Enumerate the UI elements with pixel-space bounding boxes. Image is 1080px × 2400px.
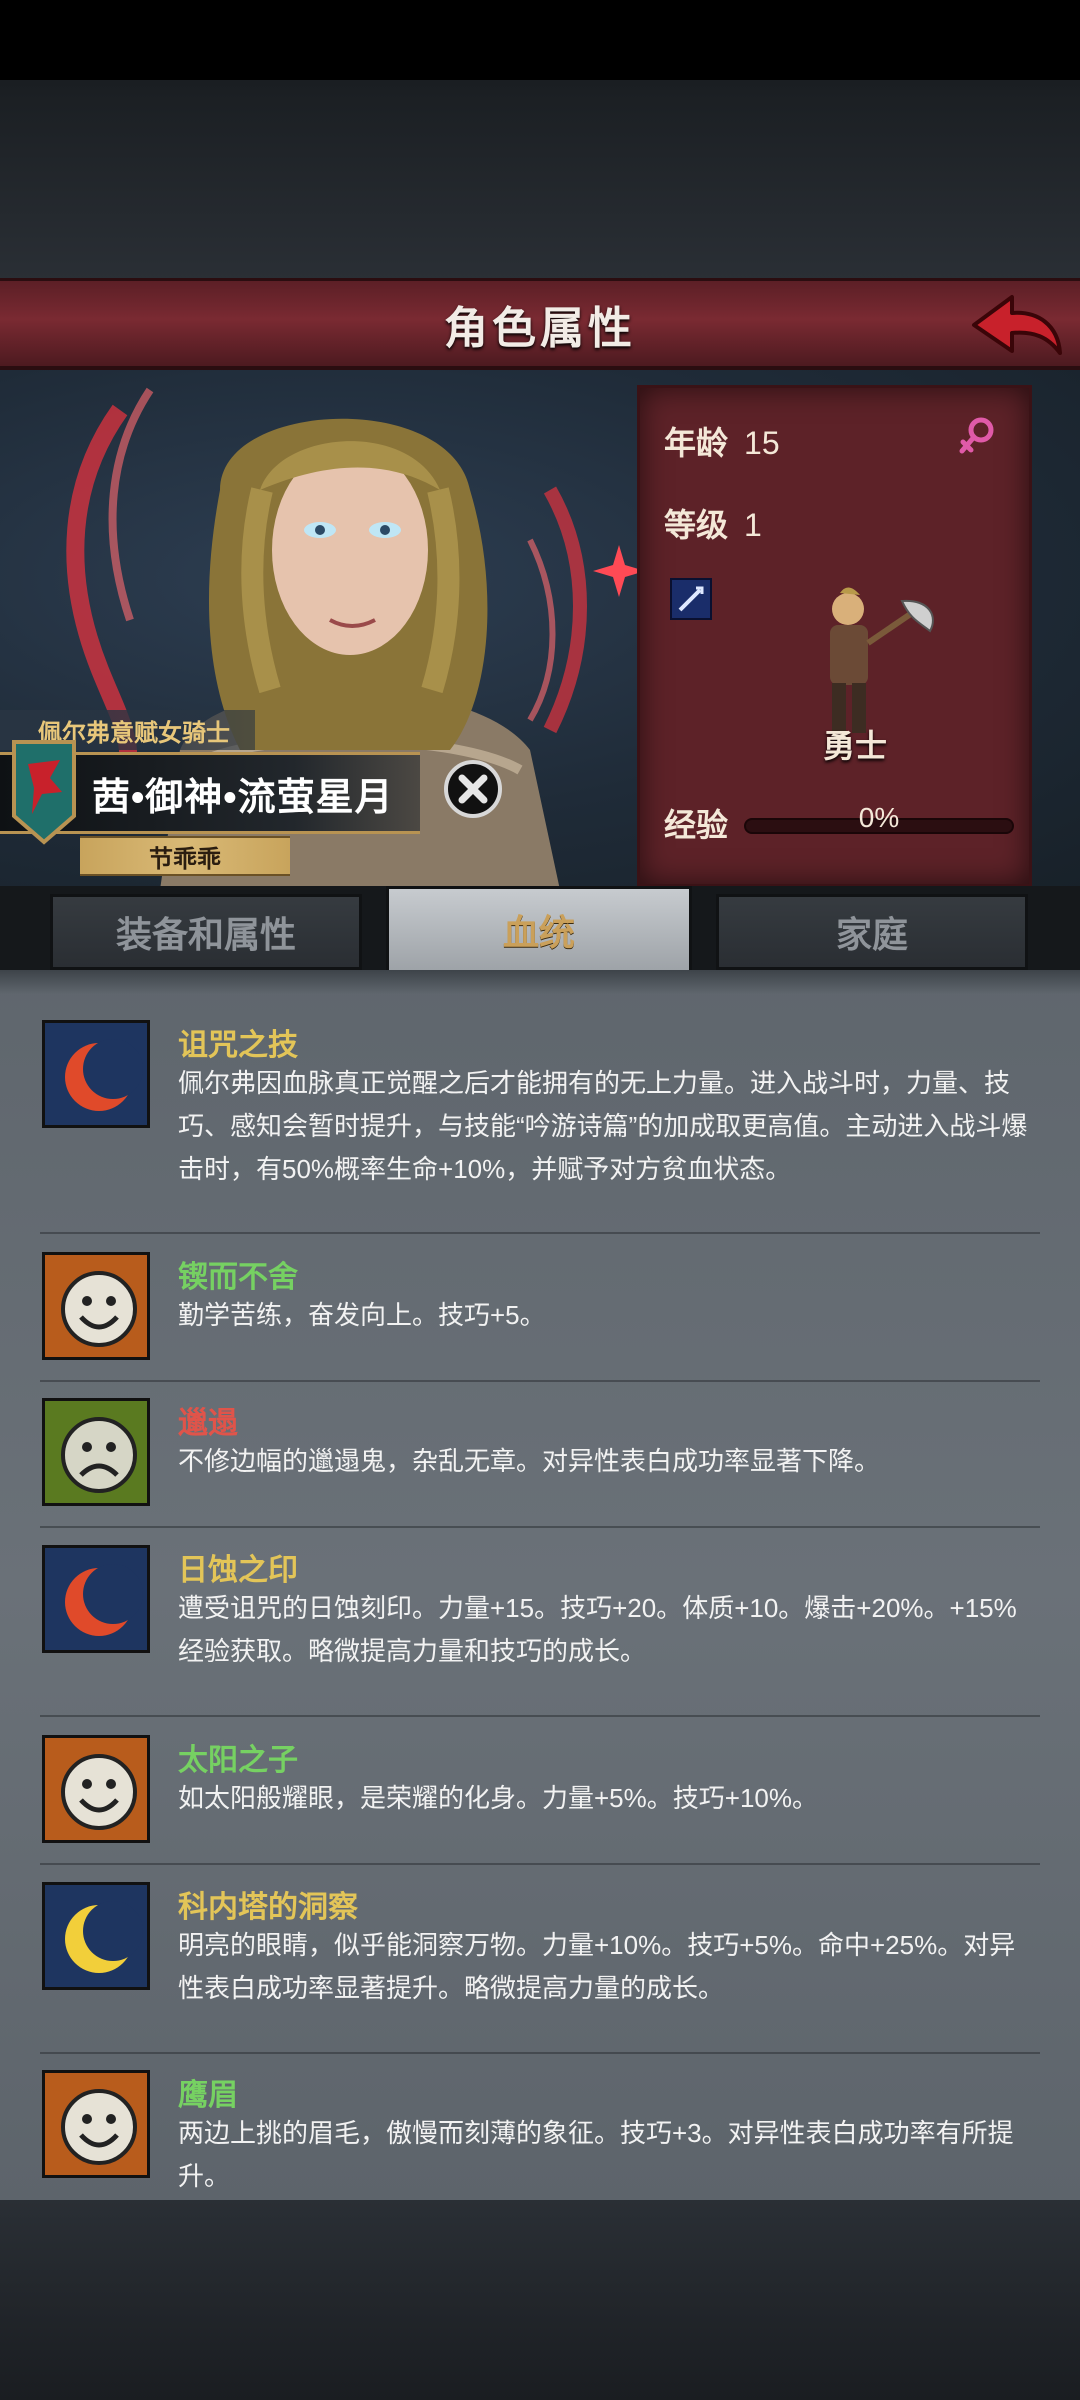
trait-description: 遭受诅咒的日蚀刻印。力量+15。技巧+20。体质+10。爆击+20%。+15%经… [178, 1593, 1017, 1666]
trait-description: 勤学苦练，奋发向上。技巧+5。 [178, 1300, 546, 1330]
yellow-crescent-icon [42, 1882, 150, 1990]
exp-label: 经验 [664, 807, 729, 843]
smile-face-icon [42, 1252, 150, 1360]
level-value: 1 [744, 507, 762, 543]
trait-description: 如太阳般耀眼，是荣耀的化身。力量+5%。技巧+10%。 [178, 1783, 818, 1813]
status-bar [0, 0, 1080, 80]
trait-name: 锲而不舍 [178, 1261, 298, 1294]
red-crescent-icon [42, 1020, 150, 1128]
trait-description: 佩尔弗因血脉真正觉醒之后才能拥有的无上力量。进入战斗时，力量、技巧、感知会暂时提… [178, 1068, 1028, 1184]
trait-name: 太阳之子 [178, 1744, 298, 1777]
sword-skill-icon[interactable] [670, 578, 712, 620]
red-crescent-icon [42, 1545, 150, 1653]
tab-family[interactable]: 家庭 [716, 894, 1028, 970]
character-name-block: 佩尔弗意赋女骑士 茜•御神•流萤星月 节乖乖 [0, 710, 480, 890]
trait-name: 鹰眉 [178, 2079, 238, 2112]
trait-list[interactable]: 诅咒之技 佩尔弗因血脉真正觉醒之后才能拥有的无上力量。进入战斗时，力量、技巧、感… [0, 970, 1080, 2200]
top-background [0, 80, 1080, 280]
house-emblem-icon [12, 740, 76, 845]
back-button[interactable] [966, 289, 1066, 365]
exp-value: 0% [858, 802, 900, 833]
back-arrow-icon [972, 295, 1062, 355]
age-label: 年龄 [664, 425, 729, 461]
level-row: 等级 1 [664, 500, 762, 546]
tab-bloodline[interactable]: 血统 [386, 886, 692, 970]
character-nickname: 节乖乖 [80, 836, 290, 876]
trait-description: 明亮的眼睛，似乎能洞察万物。力量+10%。技巧+5%。命中+25%。对异性表白成… [178, 1930, 1016, 2003]
trait-name: 邋遢 [178, 1407, 238, 1440]
trait-name: 日蚀之印 [178, 1554, 298, 1587]
age-row: 年龄 15 [664, 418, 780, 464]
exp-row: 经验 [664, 800, 728, 846]
divider [40, 2052, 1040, 2054]
list-top-fade [0, 970, 1080, 994]
female-gender-icon [959, 417, 994, 454]
smile-face-icon [42, 1735, 150, 1843]
tab-bar: 装备和属性 血统 家庭 [0, 886, 1080, 970]
age-value: 15 [744, 425, 780, 461]
tab-equipment[interactable]: 装备和属性 [50, 894, 362, 970]
class-name: 勇士 [822, 728, 887, 764]
divider [40, 1232, 1040, 1234]
divider [40, 1380, 1040, 1382]
frown-face-icon [42, 1398, 150, 1506]
trait-description: 不修边幅的邋遢鬼，杂乱无章。对异性表白成功率显著下降。 [178, 1446, 881, 1476]
smile-face-icon [42, 2070, 150, 2178]
page-title: 角色属性 [444, 303, 636, 353]
title-bar: 角色属性 [0, 278, 1080, 370]
divider [40, 1863, 1040, 1865]
character-name: 茜•御神•流萤星月 [92, 776, 394, 819]
trait-description: 两边上挑的眉毛，傲慢而刻薄的象征。技巧+3。对异性表白成功率有所提升。 [178, 2118, 1014, 2191]
divider [40, 1526, 1040, 1528]
trait-name: 科内塔的洞察 [178, 1891, 358, 1924]
level-label: 等级 [664, 507, 729, 543]
divider [40, 1715, 1040, 1717]
character-stats-panel: 年龄 15 等级 1 勇士 经验 0% [637, 385, 1032, 887]
trait-name: 诅咒之技 [178, 1029, 298, 1062]
bottom-background [0, 2200, 1080, 2400]
close-icon[interactable] [442, 758, 504, 820]
